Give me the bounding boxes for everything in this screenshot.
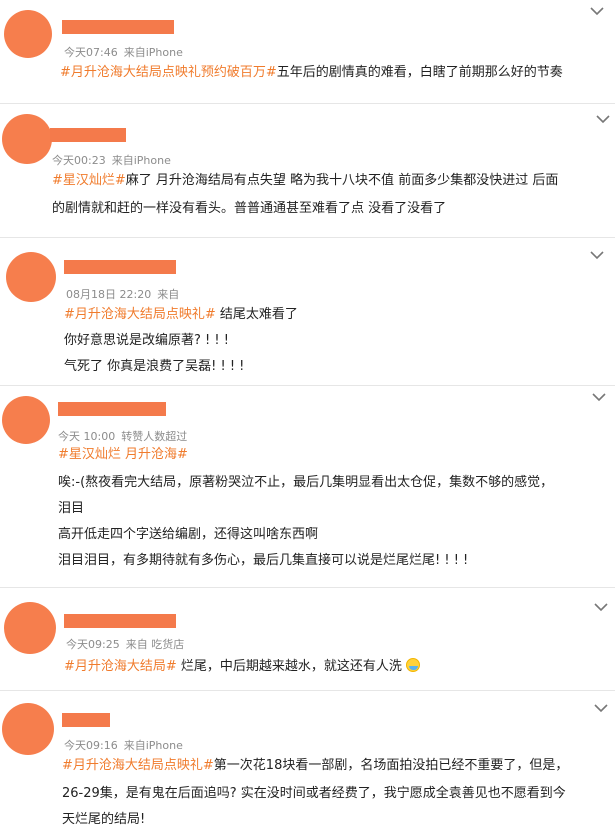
- comment-2: 今天00:23 来自iPhone #星汉灿烂#麻了 月升沧海结局有点失望 略为我十…: [0, 104, 615, 236]
- avatar[interactable]: [4, 10, 52, 58]
- source: 来自 吃货店: [125, 638, 185, 651]
- comment-text: 高开低走四个字送给编剧，还得这叫啥东西啊: [58, 527, 319, 542]
- comment-body: #月升沧海大结局# 烂尾，中后期越来越水，就这还有人洗: [64, 658, 420, 676]
- hashtag[interactable]: #月升沧海大结局点映礼#: [64, 307, 216, 322]
- username-redacted[interactable]: [62, 713, 110, 727]
- source: 来自iPhone: [123, 739, 183, 752]
- timestamp: 今天 10:00: [58, 430, 116, 443]
- comment-body: #月升沧海大结局点映礼# 结尾太难看了: [64, 306, 298, 324]
- avatar[interactable]: [2, 114, 52, 164]
- hashtag[interactable]: #星汉灿烂#: [52, 173, 126, 188]
- hashtag[interactable]: #月升沧海大结局点映礼预约破百万#: [60, 65, 277, 80]
- comment-text: 烂尾，中后期越来越水，就这还有人洗: [176, 659, 402, 674]
- swimming-face-icon: [405, 658, 420, 672]
- avatar[interactable]: [2, 396, 50, 444]
- chevron-down-icon[interactable]: [595, 114, 611, 124]
- timestamp: 今天07:46: [64, 46, 118, 59]
- comment-text: 你好意思说是改编原著? ! ! !: [64, 333, 229, 348]
- chevron-down-icon[interactable]: [591, 392, 607, 402]
- timestamp: 08月18日 22:20: [66, 288, 152, 301]
- source: 转赞人数超过: [121, 430, 188, 443]
- comment-body: #星汉灿烂#麻了 月升沧海结局有点失望 略为我十八块不值 前面多少集都没快进过 …: [52, 172, 558, 190]
- comment-6: 今天09:16 来自iPhone #月升沧海大结局点映礼#第一次花18块看一部剧，…: [0, 691, 615, 832]
- avatar[interactable]: [2, 703, 54, 755]
- chevron-down-icon[interactable]: [589, 6, 605, 16]
- timestamp-row: 08月18日 22:20 来自: [66, 286, 179, 302]
- comment-text: 麻了 月升沧海结局有点失望 略为我十八块不值 前面多少集都没快进过 后面: [125, 173, 559, 188]
- timestamp: 今天09:16: [64, 739, 118, 752]
- timestamp-row: 今天09:25 来自 吃货店: [66, 636, 184, 652]
- timestamp-row: 今天 10:00 转赞人数超过: [58, 428, 187, 444]
- comment-3: 08月18日 22:20 来自 #月升沧海大结局点映礼# 结尾太难看了 你好意思说…: [0, 238, 615, 384]
- comment-text: 气死了 你真是浪费了吴磊! ! ! !: [64, 359, 245, 374]
- username-redacted[interactable]: [64, 614, 176, 628]
- chevron-down-icon[interactable]: [593, 703, 609, 713]
- timestamp-row: 今天00:23 来自iPhone: [52, 152, 171, 168]
- comment-text: 第一次花18块看一部剧，名场面拍没拍已经不重要了，但是，: [213, 758, 569, 773]
- username-redacted[interactable]: [58, 402, 166, 416]
- chevron-down-icon[interactable]: [589, 250, 605, 260]
- comment-text: 天烂尾的结局!: [62, 812, 146, 827]
- avatar[interactable]: [6, 252, 56, 302]
- comment-text: 26-29集，是有鬼在后面追吗? 实在没时间或者经费了，我宁愿成全袁善见也不愿看…: [62, 786, 566, 801]
- hashtag[interactable]: #月升沧海大结局点映礼#: [62, 758, 214, 773]
- comment-5: 今天09:25 来自 吃货店 #月升沧海大结局# 烂尾，中后期越来越水，就这还有人…: [0, 588, 615, 690]
- timestamp-row: 今天07:46 来自iPhone: [64, 44, 183, 60]
- comment-text: 唉:-(熬夜看完大结局，原著粉哭泣不止，最后几集明显看出太仓促，集数不够的感觉，: [58, 475, 554, 490]
- username-redacted[interactable]: [50, 128, 126, 142]
- source: 来自: [157, 288, 180, 301]
- source: 来自iPhone: [123, 46, 183, 59]
- comment-1: 今天07:46 来自iPhone #月升沧海大结局点映礼预约破百万#五年后的剧情真…: [0, 0, 615, 102]
- username-redacted[interactable]: [62, 20, 174, 34]
- comment-text: 的剧情就和赶的一样没有看头。普普通通甚至难看了点 没看了没看了: [52, 201, 447, 216]
- comment-body: #月升沧海大结局点映礼预约破百万#五年后的剧情真的难看，白瞎了前期那么好的节奏: [60, 64, 563, 82]
- hashtag[interactable]: #月升沧海大结局#: [64, 659, 177, 674]
- timestamp-row: 今天09:16 来自iPhone: [64, 737, 183, 753]
- timestamp: 今天00:23: [52, 154, 106, 167]
- username-redacted[interactable]: [64, 260, 176, 274]
- hashtag[interactable]: #星汉灿烂 月升沧海#: [58, 446, 188, 464]
- comment-text: 泪目: [58, 501, 85, 516]
- timestamp: 今天09:25: [66, 638, 120, 651]
- source: 来自iPhone: [111, 154, 171, 167]
- hashtag-text[interactable]: #星汉灿烂 月升沧海#: [58, 447, 188, 462]
- comment-text: 五年后的剧情真的难看，白瞎了前期那么好的节奏: [276, 65, 563, 80]
- avatar[interactable]: [4, 602, 56, 654]
- chevron-down-icon[interactable]: [593, 602, 609, 612]
- comment-text: 泪目泪目，有多期待就有多伤心，最后几集直接可以说是烂尾烂尾! ! ! !: [58, 553, 469, 568]
- comment-body: #月升沧海大结局点映礼#第一次花18块看一部剧，名场面拍没拍已经不重要了，但是，: [62, 757, 568, 775]
- comment-4: 今天 10:00 转赞人数超过 #星汉灿烂 月升沧海# 唉:-(熬夜看完大结局，原…: [0, 386, 615, 586]
- comment-text: 结尾太难看了: [215, 307, 298, 322]
